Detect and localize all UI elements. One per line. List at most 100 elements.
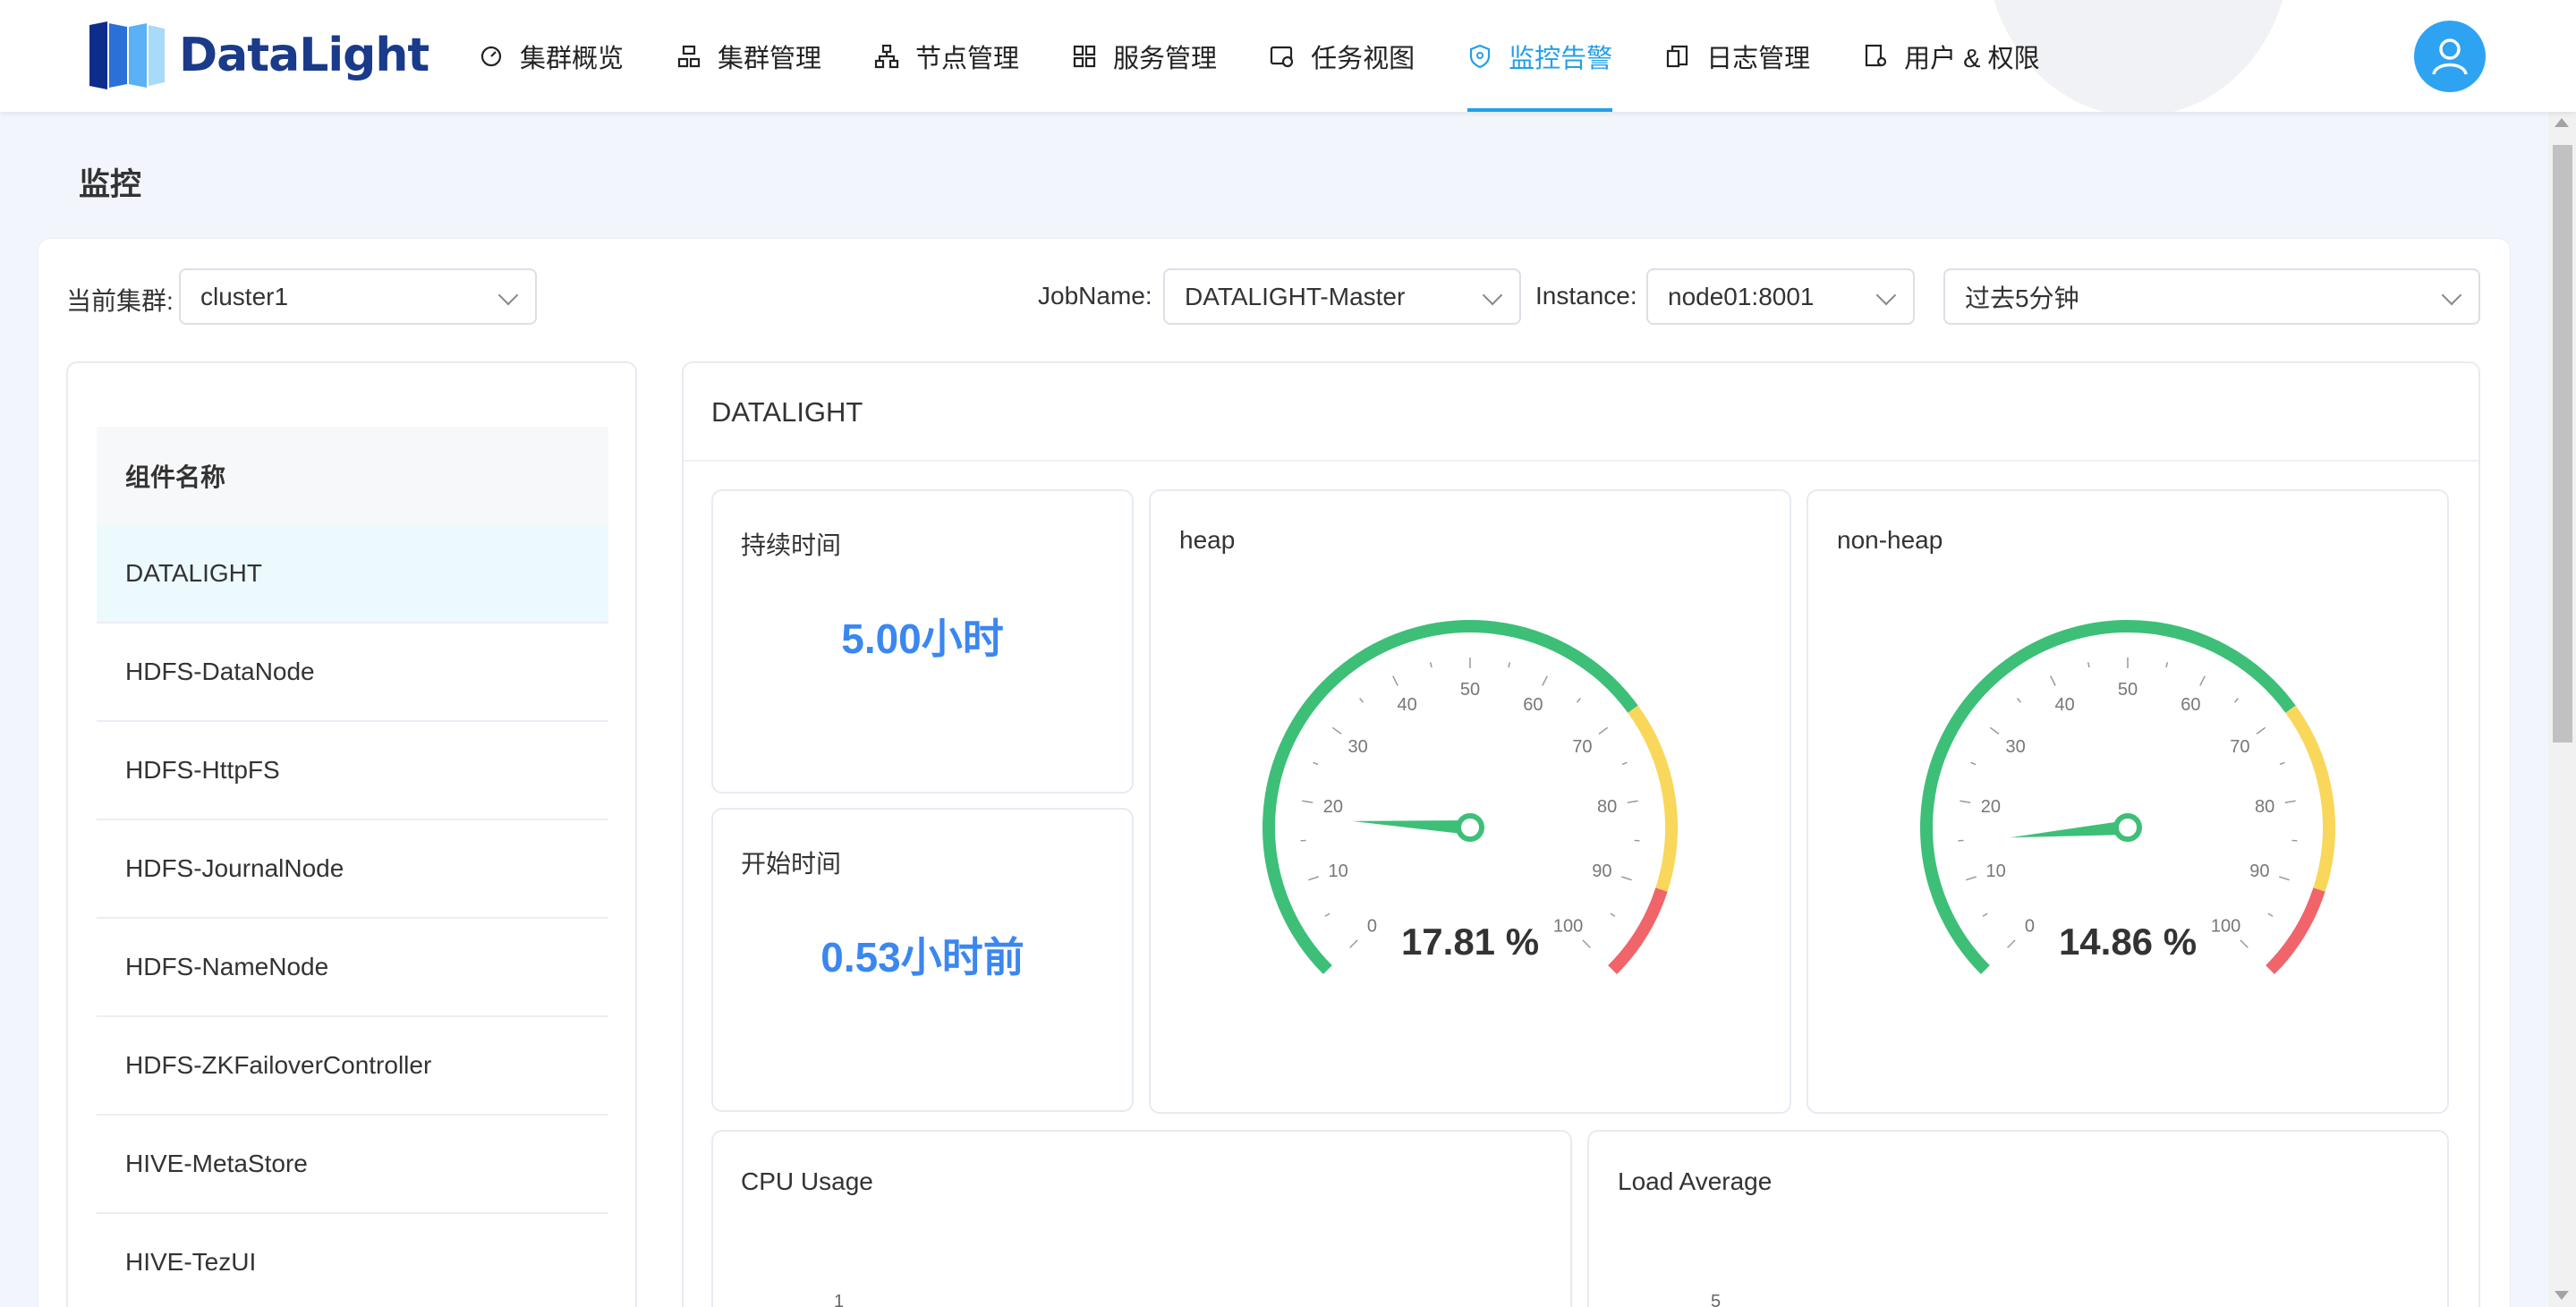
non-heap-title: non-heap: [1837, 526, 1943, 554]
gauge-tick-label: 100: [2211, 917, 2240, 937]
logo[interactable]: DataLight: [88, 20, 429, 91]
gauge-tick: [1302, 800, 1314, 803]
nav-item-label: 集群概览: [520, 44, 625, 73]
chevron-down-icon: [497, 284, 519, 306]
nav-item-3[interactable]: 服务管理: [1072, 0, 1243, 112]
chevron-down-icon: [2441, 284, 2462, 306]
scroll-down-icon[interactable]: [2555, 1291, 2569, 1300]
component-item[interactable]: DATALIGHT: [97, 525, 608, 624]
component-item[interactable]: HDFS-ZKFailoverController: [97, 1017, 608, 1116]
gauge-tick-label: 0: [1367, 917, 1377, 937]
gauge-tick-label: 40: [2055, 695, 2075, 715]
gauge-tick: [1392, 675, 1399, 686]
gauge-tick: [1970, 761, 1977, 766]
gauge-tick-label: 10: [1328, 861, 1348, 881]
component-item[interactable]: HDFS-NameNode: [97, 919, 608, 1017]
component-list-header: 组件名称: [97, 427, 608, 525]
gauge-tick: [1621, 876, 1632, 881]
gauge-tick-label: 70: [2230, 737, 2249, 757]
load-average-panel: [1587, 1130, 2449, 1307]
gauge-tick: [2199, 675, 2206, 686]
cpu-usage-title: CPU Usage: [741, 1167, 873, 1195]
gauge-tick: [1313, 761, 1319, 766]
gauge-hub: [1456, 813, 1484, 842]
nav-item-4[interactable]: 任务视图: [1270, 0, 1441, 112]
gauge-tick-label: 50: [1460, 680, 1480, 700]
gauge-tick: [2050, 675, 2056, 686]
gauge-tick: [1982, 912, 1988, 917]
gauge-tick-label: 90: [2249, 861, 2269, 881]
component-item[interactable]: HIVE-MetaStore: [97, 1116, 608, 1214]
node-tree-icon: [874, 44, 899, 68]
chevron-down-icon: [1875, 284, 1897, 306]
gauge-tick: [1610, 912, 1616, 917]
time-range-value: 过去5分钟: [1965, 284, 2079, 312]
gauge-tick: [1621, 761, 1628, 766]
jobname-select-value: DATALIGHT-Master: [1185, 282, 1406, 310]
instance-select[interactable]: node01:8001: [1646, 268, 1915, 325]
gauge-tick: [2267, 912, 2274, 917]
cluster-select-value: cluster1: [200, 282, 289, 310]
logo-icon: [89, 21, 165, 89]
component-item[interactable]: HDFS-HttpFS: [97, 722, 608, 820]
component-item[interactable]: HDFS-DataNode: [97, 624, 608, 722]
gauge-tick: [1308, 876, 1319, 881]
nav-item-1[interactable]: 集群管理: [676, 0, 847, 112]
nav-item-6[interactable]: 日志管理: [1665, 0, 1836, 112]
time-range-select[interactable]: 过去5分钟: [1943, 268, 2480, 325]
dashboard-title: DATALIGHT: [711, 396, 863, 428]
gauge-tick-label: 30: [1348, 737, 1367, 757]
gauge-tick: [1576, 698, 1581, 703]
jobname-select[interactable]: DATALIGHT-Master: [1163, 268, 1521, 325]
gauge-tick-label: 70: [1572, 737, 1592, 757]
jobname-label: JobName:: [1038, 282, 1152, 310]
non-heap-gauge: 0 10 20 30 40 50 60 70 80 90 100 14.86 %: [1920, 620, 2335, 975]
scrollbar-thumb[interactable]: [2553, 145, 2572, 743]
nav-item-7[interactable]: 用户 & 权限: [1863, 0, 2065, 112]
gauge-tick: [2017, 698, 2022, 703]
grid-icon: [1073, 45, 1096, 67]
nav-item-2[interactable]: 节点管理: [874, 0, 1045, 112]
nav-item-label: 节点管理: [915, 44, 1020, 73]
component-item[interactable]: HIVE-TezUI: [97, 1214, 608, 1307]
instance-select-value: node01:8001: [1668, 282, 1815, 310]
gauge-tick: [2256, 726, 2266, 734]
cluster-select[interactable]: cluster1: [179, 268, 537, 325]
task-icon: [1270, 46, 1294, 67]
component-item[interactable]: HDFS-JournalNode: [97, 820, 608, 919]
gauge-tick-label: 60: [1523, 695, 1543, 715]
gauge-arc: [1608, 887, 1668, 975]
nav-item-label: 日志管理: [1706, 44, 1811, 73]
start-time-title: 开始时间: [741, 850, 842, 878]
gauge-tick-label: 60: [2181, 695, 2200, 715]
scroll-up-icon[interactable]: [2555, 118, 2569, 127]
divider: [684, 460, 2478, 462]
load-axis-tick: 5: [1711, 1292, 1722, 1307]
gauge-tick: [1324, 912, 1331, 917]
user-icon: [2432, 38, 2468, 75]
gauge-tick-label: 80: [1597, 797, 1617, 817]
gauge-value: 14.86 %: [2059, 921, 2197, 963]
nav-item-0[interactable]: 集群概览: [479, 0, 650, 112]
gauge-hub: [2113, 813, 2142, 842]
top-header: DataLight 集群概览 集群管理 节点管理 服务管理 任务视图 监控告警 日志管理 用户…: [0, 0, 2576, 112]
nav-item-5[interactable]: 监控告警: [1467, 0, 1638, 112]
cpu-axis-tick: 1: [834, 1292, 845, 1307]
gauge-tick: [2233, 698, 2239, 703]
gauge-tick: [1966, 876, 1977, 881]
page-title: 监控: [79, 167, 142, 202]
nav-item-label: 任务视图: [1311, 44, 1416, 73]
user-avatar[interactable]: [2414, 21, 2486, 92]
gauge-tick: [1960, 800, 1971, 803]
gauge-tick-label: 50: [2118, 680, 2138, 700]
cpu-usage-panel: [711, 1130, 1572, 1307]
gauge-tick: [1331, 726, 1342, 734]
shield-icon: [1469, 44, 1491, 68]
gauge-tick: [1627, 800, 1638, 803]
cluster-icon: [677, 45, 701, 67]
duration-title: 持续时间: [741, 531, 842, 559]
heap-title: heap: [1179, 526, 1236, 554]
gauge-arc: [2285, 705, 2335, 892]
gauge-tick: [2007, 939, 2016, 948]
gauge-needle: [1352, 820, 1471, 835]
